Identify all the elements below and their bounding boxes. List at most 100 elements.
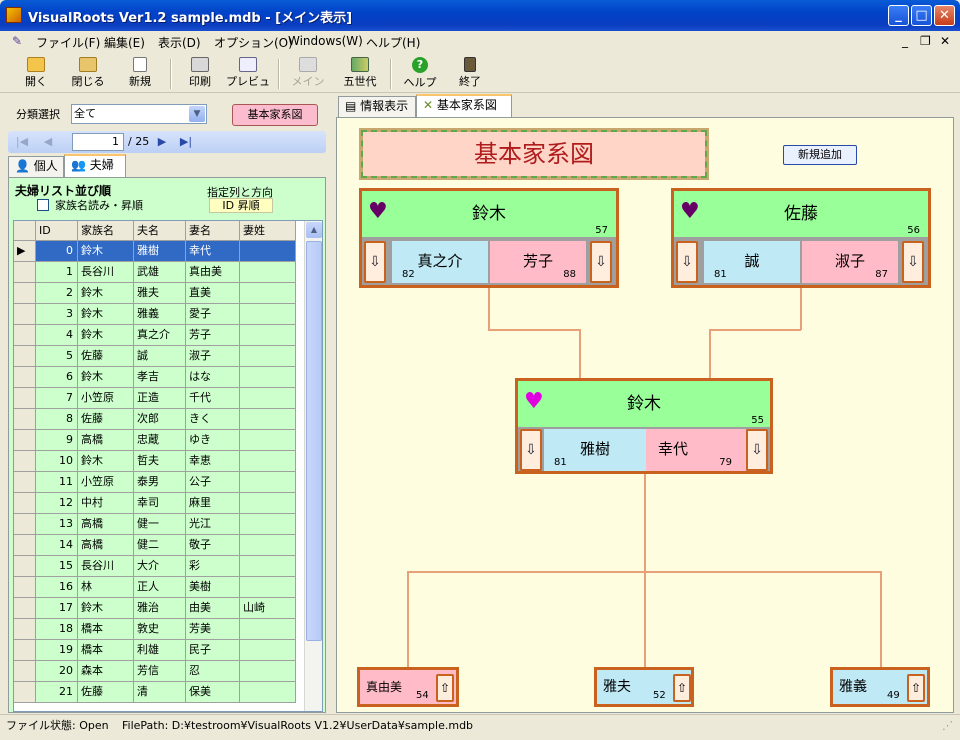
row-header[interactable]: [14, 367, 36, 388]
table-cell[interactable]: 12: [36, 493, 78, 514]
down-arrow-icon[interactable]: ⇩: [902, 241, 924, 283]
table-cell[interactable]: 美樹: [186, 577, 240, 598]
table-row[interactable]: 21 佐藤清保美: [14, 682, 304, 703]
chevron-down-icon[interactable]: ▼: [189, 106, 205, 122]
table-cell[interactable]: 淑子: [186, 346, 240, 367]
couple-card-left[interactable]: 鈴木 ♥ 57 ⇩ 真之介 82 芳子 88 ⇩: [359, 188, 619, 288]
table-row[interactable]: 2 鈴木 雅夫 直美: [14, 283, 304, 304]
table-cell[interactable]: 7: [36, 388, 78, 409]
table-cell[interactable]: 佐藤: [78, 409, 134, 430]
table-cell[interactable]: 長谷川: [78, 262, 134, 283]
husband-name[interactable]: 雅樹 81: [544, 429, 646, 471]
sort-checkbox[interactable]: [37, 199, 49, 211]
table-row[interactable]: 11 小笠原 泰男 公子: [14, 472, 304, 493]
table-cell[interactable]: 次郎: [134, 409, 186, 430]
menu-options[interactable]: オプション(O): [214, 34, 293, 51]
table-cell[interactable]: 小笠原: [78, 388, 134, 409]
couple-card-right[interactable]: 佐藤 ♥ 56 ⇩ 誠 81 淑子 87 ⇩: [671, 188, 931, 288]
table-cell[interactable]: 千代: [186, 388, 240, 409]
table-cell[interactable]: 18: [36, 619, 78, 640]
table-row[interactable]: 14 高橋 健二 敬子: [14, 535, 304, 556]
table-cell[interactable]: [240, 304, 296, 325]
table-row[interactable]: 15 長谷川 大介彩: [14, 556, 304, 577]
up-arrow-icon[interactable]: ⇧: [673, 674, 691, 702]
table-cell[interactable]: 佐藤: [78, 346, 134, 367]
maximize-icon[interactable]: □: [911, 5, 932, 26]
exit-button[interactable]: 終了: [448, 55, 492, 91]
table-row[interactable]: 8 佐藤 次郎 きく: [14, 409, 304, 430]
table-row[interactable]: 3 鈴木 雅義 愛子: [14, 304, 304, 325]
row-header[interactable]: [14, 535, 36, 556]
table-cell[interactable]: 高橋: [78, 430, 134, 451]
table-cell[interactable]: 芳美: [186, 619, 240, 640]
table-cell[interactable]: [240, 409, 296, 430]
row-header[interactable]: [14, 682, 36, 703]
row-header[interactable]: [14, 661, 36, 682]
new-button[interactable]: 新規: [118, 55, 162, 91]
table-cell[interactable]: 17: [36, 598, 78, 619]
table-cell[interactable]: 彩: [186, 556, 240, 577]
table-cell[interactable]: 19: [36, 640, 78, 661]
table-cell[interactable]: 佐藤: [78, 682, 134, 703]
row-header[interactable]: [14, 262, 36, 283]
table-row[interactable]: 7 小笠原 正造 千代: [14, 388, 304, 409]
table-cell[interactable]: 橋本: [78, 619, 134, 640]
table-cell[interactable]: 大介: [134, 556, 186, 577]
table-cell[interactable]: 幸恵: [186, 451, 240, 472]
row-header[interactable]: [14, 556, 36, 577]
tab-kihon[interactable]: ✕ 基本家系図: [416, 94, 512, 117]
class-select[interactable]: 全て ▼: [71, 104, 207, 124]
down-arrow-icon[interactable]: ⇩: [364, 241, 386, 283]
table-cell[interactable]: 16: [36, 577, 78, 598]
table-cell[interactable]: [240, 577, 296, 598]
table-cell[interactable]: 公子: [186, 472, 240, 493]
table-cell[interactable]: [240, 346, 296, 367]
table-cell[interactable]: 健一: [134, 514, 186, 535]
table-cell[interactable]: [240, 619, 296, 640]
table-cell[interactable]: 15: [36, 556, 78, 577]
minimize-icon[interactable]: _: [888, 5, 909, 26]
row-header[interactable]: [14, 430, 36, 451]
table-cell[interactable]: 14: [36, 535, 78, 556]
husband-name[interactable]: 真之介 82: [392, 241, 488, 283]
kihon-family-tree-button[interactable]: 基本家系図: [232, 104, 318, 126]
table-cell[interactable]: [240, 325, 296, 346]
column-header-wife-surname[interactable]: 妻姓: [240, 221, 296, 241]
child-card[interactable]: 雅義 49 ⇧: [830, 667, 930, 707]
table-cell[interactable]: 高橋: [78, 535, 134, 556]
table-cell[interactable]: [240, 262, 296, 283]
print-button[interactable]: 印刷: [178, 55, 222, 91]
table-cell[interactable]: 鈴木: [78, 367, 134, 388]
table-cell[interactable]: 8: [36, 409, 78, 430]
table-cell[interactable]: 雅治: [134, 598, 186, 619]
menu-app-icon[interactable]: ✎: [12, 34, 22, 48]
down-arrow-icon[interactable]: ⇩: [676, 241, 698, 283]
row-header[interactable]: ▶: [14, 241, 36, 262]
table-cell[interactable]: [240, 241, 296, 262]
table-cell[interactable]: [240, 640, 296, 661]
column-header-husband[interactable]: 夫名: [134, 221, 186, 241]
menu-file[interactable]: ファイル(F): [36, 34, 100, 51]
mdi-close-icon[interactable]: ✕: [940, 34, 950, 48]
table-cell[interactable]: 高橋: [78, 514, 134, 535]
table-cell[interactable]: 5: [36, 346, 78, 367]
table-cell[interactable]: 利雄: [134, 640, 186, 661]
table-cell[interactable]: [240, 283, 296, 304]
wife-name[interactable]: 幸代 79: [646, 429, 746, 471]
table-cell[interactable]: 林: [78, 577, 134, 598]
table-row[interactable]: 17 鈴木 雅治 由美 山崎: [14, 598, 304, 619]
row-header[interactable]: [14, 283, 36, 304]
table-cell[interactable]: 泰男: [134, 472, 186, 493]
table-row[interactable]: 4 鈴木 真之介 芳子: [14, 325, 304, 346]
column-header-family[interactable]: 家族名: [78, 221, 134, 241]
close-file-button[interactable]: 閉じる: [66, 55, 110, 91]
preview-button[interactable]: プレビュー: [226, 55, 270, 104]
menu-windows[interactable]: Windows(W): [288, 34, 363, 48]
mdi-minimize-icon[interactable]: _: [902, 34, 908, 48]
row-header[interactable]: [14, 409, 36, 430]
scroll-thumb[interactable]: [306, 241, 322, 641]
row-header[interactable]: [14, 451, 36, 472]
table-cell[interactable]: 清: [134, 682, 186, 703]
page-input[interactable]: 1: [72, 133, 124, 151]
table-cell[interactable]: [240, 556, 296, 577]
